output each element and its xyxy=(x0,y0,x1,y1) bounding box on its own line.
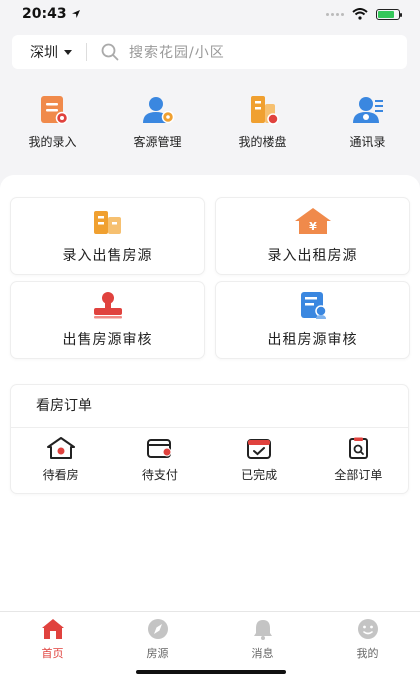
order-label: 已完成 xyxy=(241,468,278,482)
clipboard-search-icon xyxy=(344,437,372,459)
sale-building-icon xyxy=(91,207,125,235)
tile-label: 出售房源审核 xyxy=(62,332,153,348)
quick-nav-my-buildings[interactable]: 我的楼盘 xyxy=(210,95,315,157)
calendar-check-icon xyxy=(245,437,273,459)
form-entry-icon xyxy=(36,95,70,125)
tab-home[interactable]: 首页 xyxy=(0,612,105,683)
tab-label: 首页 xyxy=(41,647,64,660)
building-icon xyxy=(246,95,280,125)
quick-nav-contacts[interactable]: 通讯录 xyxy=(315,95,420,157)
orders-row: 待看房 待支付 已完成 全部订单 xyxy=(11,428,408,492)
tile-rent-review[interactable]: 出租房源审核 xyxy=(216,282,409,358)
quick-nav-label: 我的楼盘 xyxy=(238,135,287,149)
status-time: 20:43 xyxy=(22,6,81,22)
order-label: 待看房 xyxy=(42,468,79,482)
order-label: 待支付 xyxy=(141,468,178,482)
city-label: 深圳 xyxy=(30,45,58,61)
clock-text: 20:43 xyxy=(22,6,67,22)
caret-down-icon xyxy=(64,49,72,55)
tab-label: 我的 xyxy=(356,647,379,660)
tile-sale-review[interactable]: 出售房源审核 xyxy=(11,282,204,358)
tile-label: 录入出售房源 xyxy=(62,248,153,264)
home-icon xyxy=(41,619,64,639)
location-arrow-icon xyxy=(71,10,80,18)
profile-face-icon xyxy=(357,619,378,639)
tab-label: 消息 xyxy=(251,647,274,660)
quick-nav-my-entries[interactable]: 我的录入 xyxy=(0,95,105,157)
tile-add-rent-listing[interactable]: ¥ 录入出租房源 xyxy=(216,198,409,274)
signal-dots-icon xyxy=(326,12,344,16)
wallet-icon xyxy=(146,437,174,459)
tile-label: 录入出租房源 xyxy=(267,248,358,264)
svg-text:¥: ¥ xyxy=(309,220,317,233)
search-icon xyxy=(101,43,119,61)
tile-label: 出租房源审核 xyxy=(267,332,358,348)
quick-nav-client-manage[interactable]: 客源管理 xyxy=(105,95,210,157)
home-indicator xyxy=(136,670,286,674)
order-pending-viewing[interactable]: 待看房 xyxy=(11,437,110,483)
tab-label: 房源 xyxy=(146,647,169,660)
action-grid: 录入出售房源 ¥ 录入出租房源 出售房源审核 出租房源审核 xyxy=(11,198,409,358)
battery-level xyxy=(378,10,394,18)
order-completed[interactable]: 已完成 xyxy=(210,437,309,483)
viewing-orders-card: 看房订单 待看房 待支付 已完成 全部订单 xyxy=(11,385,408,493)
client-manage-icon xyxy=(141,95,175,125)
tile-add-sale-listing[interactable]: 录入出售房源 xyxy=(11,198,204,274)
status-bar: 20:43 xyxy=(0,0,420,28)
order-all[interactable]: 全部订单 xyxy=(309,437,408,483)
order-label: 全部订单 xyxy=(334,468,383,482)
city-selector[interactable]: 深圳 xyxy=(12,35,86,69)
quick-nav-label: 通讯录 xyxy=(349,135,386,149)
quick-nav-label: 我的录入 xyxy=(28,135,77,149)
contacts-icon xyxy=(351,95,385,125)
status-indicators xyxy=(326,8,402,20)
search-input[interactable]: 搜索花园/小区 xyxy=(87,35,407,69)
stamp-icon xyxy=(91,291,125,319)
wifi-icon xyxy=(352,8,368,20)
compass-icon xyxy=(147,619,168,639)
order-pending-payment[interactable]: 待支付 xyxy=(110,437,209,483)
bell-icon xyxy=(253,620,272,640)
search-bar: 深圳 搜索花园/小区 xyxy=(12,35,407,69)
main-card: 录入出售房源 ¥ 录入出租房源 出售房源审核 出租房源审核 看房订单 待看房 待… xyxy=(0,175,420,611)
search-placeholder: 搜索花园/小区 xyxy=(129,45,225,61)
review-doc-icon xyxy=(296,291,330,319)
battery-icon xyxy=(376,8,402,20)
quick-nav: 我的录入 客源管理 我的楼盘 通讯录 xyxy=(0,95,420,157)
orders-title: 看房订单 xyxy=(11,385,408,428)
house-pending-icon xyxy=(46,437,75,459)
tab-profile[interactable]: 我的 xyxy=(315,612,420,683)
rent-house-icon: ¥ xyxy=(294,207,332,235)
quick-nav-label: 客源管理 xyxy=(133,135,182,149)
